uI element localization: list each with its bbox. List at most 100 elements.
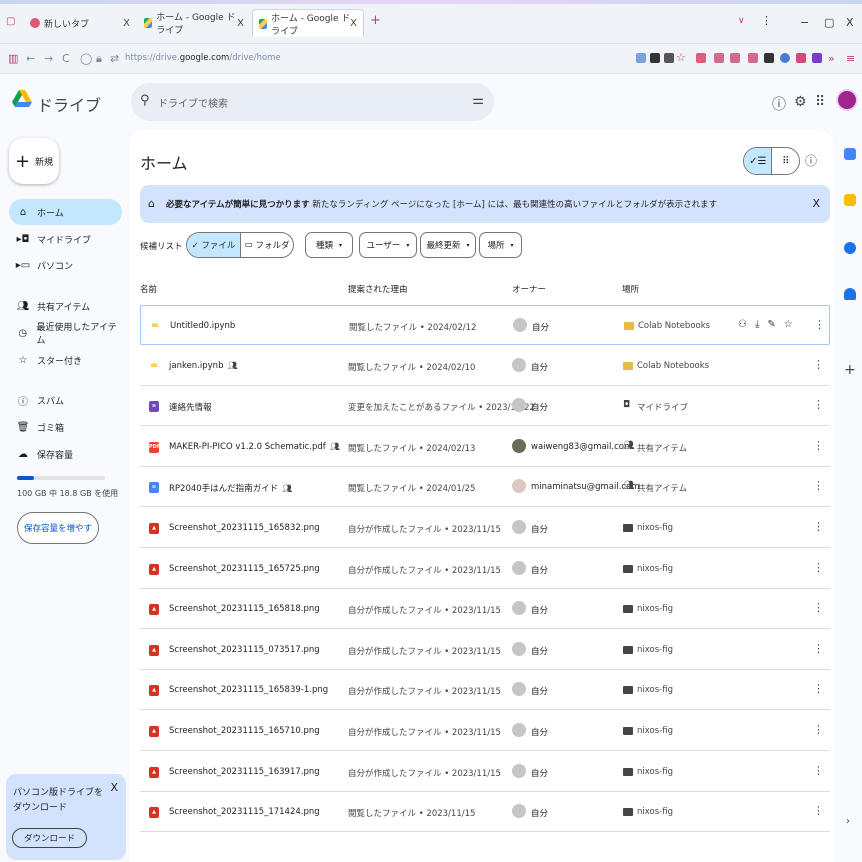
- table-row[interactable]: PDF MAKER-PI-PICO v1.2.0 Schematic.pdf 👥︎ 閲…: [140, 427, 830, 467]
- file-location[interactable]: nixos-fig: [637, 604, 673, 614]
- add-addon-icon[interactable]: +: [844, 362, 856, 378]
- search-input[interactable]: ドライブで検索: [158, 95, 228, 110]
- pocket-icon[interactable]: [696, 53, 706, 63]
- table-row[interactable]: ▲ Screenshot_20231115_165832.png 自分が作成したファ…: [140, 508, 830, 548]
- extension-3-icon[interactable]: [764, 53, 774, 63]
- people-filter-chip[interactable]: ユーザー ▾: [359, 232, 417, 258]
- search-bar[interactable]: ⚲ ドライブで検索 ⚌: [131, 83, 494, 121]
- apps-grid-icon[interactable]: ⠿: [815, 94, 825, 110]
- table-row[interactable]: ▲ Screenshot_20231115_165725.png 自分が作成したファ…: [140, 549, 830, 589]
- type-filter-chip[interactable]: 種類 ▾: [305, 232, 353, 258]
- more-actions-icon[interactable]: ⋮: [813, 601, 824, 614]
- sidebar-item-storage[interactable]: ☁︎ 保存容量: [9, 441, 122, 467]
- file-location[interactable]: 共有アイテム: [637, 442, 687, 454]
- tab-close-icon[interactable]: X: [237, 18, 244, 29]
- table-row[interactable]: ≡ 連絡先情報 変更を加えたことがあるファイル • 2023/11/22 自分 ◘ マイド…: [140, 386, 830, 427]
- new-tab-button[interactable]: +: [370, 13, 381, 28]
- download-icon[interactable]: ⤓: [755, 319, 767, 330]
- sidebar-item-trash[interactable]: 🗑︎ ゴミ箱: [9, 414, 122, 440]
- shield-icon[interactable]: ◯: [80, 52, 92, 65]
- library-icon[interactable]: [714, 53, 724, 63]
- keep-icon[interactable]: [844, 194, 856, 206]
- sidebar-item-home[interactable]: ⌂ ホーム: [9, 199, 122, 225]
- expand-panel-icon[interactable]: ›: [846, 816, 850, 827]
- file-name[interactable]: Screenshot_20231115_165818.png: [169, 604, 320, 614]
- tab-menu-icon[interactable]: ∨: [738, 16, 745, 26]
- table-row[interactable]: ∞ janken.ipynb 👥︎ 閲覧したファイル • 2024/02/10 自分 Co…: [140, 346, 830, 386]
- tasks-icon[interactable]: [844, 242, 856, 254]
- file-name[interactable]: Screenshot_20231115_073517.png: [169, 645, 320, 655]
- column-name[interactable]: 名前: [140, 283, 157, 295]
- browser-menu-icon[interactable]: ⋮: [761, 14, 772, 27]
- file-location[interactable]: 共有アイテム: [637, 482, 687, 494]
- tab-list-icon[interactable]: ▢: [6, 16, 15, 27]
- sidebar-item-recent[interactable]: ◷ 最近使用したアイテム: [9, 320, 122, 346]
- file-name[interactable]: Screenshot_20231115_163917.png: [169, 767, 320, 777]
- location-filter-chip[interactable]: 場所 ▾: [479, 232, 522, 258]
- buy-storage-button[interactable]: 保存容量を増やす: [17, 512, 99, 544]
- extension-2-icon[interactable]: [748, 53, 758, 63]
- url-field[interactable]: https://drive.google.com/drive/home: [125, 53, 281, 63]
- file-name[interactable]: Screenshot_20231115_171424.png: [169, 807, 320, 817]
- minimize-button[interactable]: −: [800, 16, 809, 29]
- row-quick-actions[interactable]: ⚇⤓✎☆: [738, 319, 801, 330]
- more-actions-icon[interactable]: ⋮: [813, 358, 824, 371]
- more-actions-icon[interactable]: ⋮: [813, 398, 824, 411]
- file-name[interactable]: Screenshot_20231115_165710.png: [169, 726, 320, 736]
- search-options-icon[interactable]: ⚌: [472, 93, 484, 108]
- file-name[interactable]: janken.ipynb 👥︎: [169, 361, 238, 371]
- app-title[interactable]: ドライブ: [37, 92, 101, 116]
- tab-drive-2[interactable]: ホーム - Google ドライブ X: [252, 9, 364, 37]
- translate-icon[interactable]: [636, 53, 646, 63]
- file-location[interactable]: マイドライブ: [637, 401, 688, 413]
- tab-close-icon[interactable]: X: [350, 18, 357, 29]
- file-location[interactable]: Colab Notebooks: [638, 321, 710, 331]
- extension-6-icon[interactable]: [812, 53, 822, 63]
- list-view-icon[interactable]: ✓☰: [744, 148, 772, 174]
- more-actions-icon[interactable]: ⋮: [813, 642, 824, 655]
- rename-icon[interactable]: ✎: [767, 319, 783, 330]
- permissions-icon[interactable]: ⇄: [110, 52, 119, 65]
- more-actions-icon[interactable]: ⋮: [813, 439, 824, 452]
- file-name[interactable]: Screenshot_20231115_165839-1.png: [169, 685, 328, 695]
- files-toggle[interactable]: ✓ ファイル: [187, 233, 240, 257]
- sidebar-item-starred[interactable]: ☆ スター付き: [9, 347, 122, 373]
- file-location[interactable]: nixos-fig: [637, 726, 673, 736]
- extension-icon[interactable]: [650, 53, 660, 63]
- extension-4-icon[interactable]: [780, 53, 790, 63]
- overflow-icon[interactable]: »: [828, 52, 835, 65]
- file-name[interactable]: Screenshot_20231115_165725.png: [169, 564, 320, 574]
- sidebar-item-computers[interactable]: ▸▭ パソコン: [9, 252, 122, 278]
- file-location[interactable]: nixos-fig: [637, 645, 673, 655]
- modified-filter-chip[interactable]: 最終更新 ▾: [420, 232, 476, 258]
- sidebar-toggle-icon[interactable]: ▥: [8, 52, 18, 65]
- settings-gear-icon[interactable]: ⚙: [794, 94, 807, 110]
- more-actions-icon[interactable]: ⋮: [813, 804, 824, 817]
- table-row[interactable]: ▲ Screenshot_20231115_165710.png 自分が作成したファ…: [140, 711, 830, 751]
- reload-icon[interactable]: C: [62, 52, 70, 65]
- file-name[interactable]: Untitled0.ipynb: [170, 321, 235, 331]
- calendar-icon[interactable]: [844, 148, 856, 160]
- hamburger-menu-icon[interactable]: ≡: [846, 52, 855, 65]
- file-location[interactable]: nixos-fig: [637, 564, 673, 574]
- sidebar-item-shared[interactable]: 👥︎ 共有アイテム: [9, 293, 122, 319]
- forward-icon[interactable]: →: [44, 52, 53, 65]
- file-location[interactable]: nixos-fig: [637, 807, 673, 817]
- tab-close-icon[interactable]: X: [123, 18, 130, 29]
- maximize-button[interactable]: ▢: [824, 16, 834, 29]
- close-window-button[interactable]: X: [846, 16, 854, 29]
- table-row[interactable]: ▲ Screenshot_20231115_163917.png 自分が作成したファ…: [140, 752, 830, 792]
- more-actions-icon[interactable]: ⋮: [813, 479, 824, 492]
- view-toggle[interactable]: ✓☰ ⠿: [743, 147, 800, 175]
- table-row[interactable]: ▲ Screenshot_20231115_165818.png 自分が作成したファ…: [140, 589, 830, 630]
- file-name[interactable]: RP2040手はんだ指南ガイド 👥︎: [169, 482, 292, 494]
- file-name[interactable]: MAKER-PI-PICO v1.2.0 Schematic.pdf 👥︎: [169, 442, 340, 452]
- tab-new-tab[interactable]: 新しいタブ X: [24, 9, 136, 37]
- download-icon[interactable]: [730, 53, 740, 63]
- more-actions-icon[interactable]: ⋮: [814, 318, 825, 331]
- more-actions-icon[interactable]: ⋮: [813, 764, 824, 777]
- more-actions-icon[interactable]: ⋮: [813, 723, 824, 736]
- new-button[interactable]: + 新規: [9, 138, 59, 184]
- file-location[interactable]: Colab Notebooks: [637, 361, 709, 371]
- contacts-icon[interactable]: [844, 288, 856, 300]
